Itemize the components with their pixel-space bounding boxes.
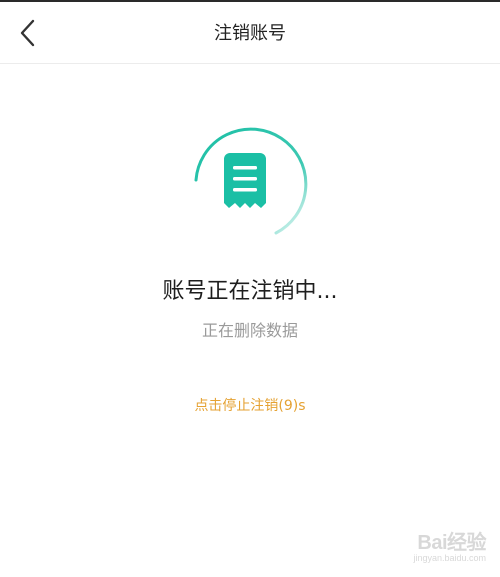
status-title: 账号正在注销中... xyxy=(162,279,338,304)
receipt-document-icon xyxy=(224,153,266,208)
account-cancellation-screen: 注销账号 账号正在注销中... 正在删除数据 点击停止注销(9)s Bai经验 xyxy=(0,0,500,577)
navigation-bar: 注销账号 xyxy=(0,2,500,64)
watermark: Bai经验 jingyan.baidu.com xyxy=(413,526,486,563)
status-subtitle: 正在删除数据 xyxy=(201,321,298,340)
page-title: 注销账号 xyxy=(214,23,286,44)
watermark-name: Bai经验 xyxy=(417,532,486,554)
cancellation-progress xyxy=(186,120,316,250)
watermark-url: jingyan.baidu.com xyxy=(413,553,486,563)
stop-cancellation-button[interactable]: 点击停止注销(9)s xyxy=(0,395,500,415)
watermark-logo: Bai经验 xyxy=(417,526,486,555)
